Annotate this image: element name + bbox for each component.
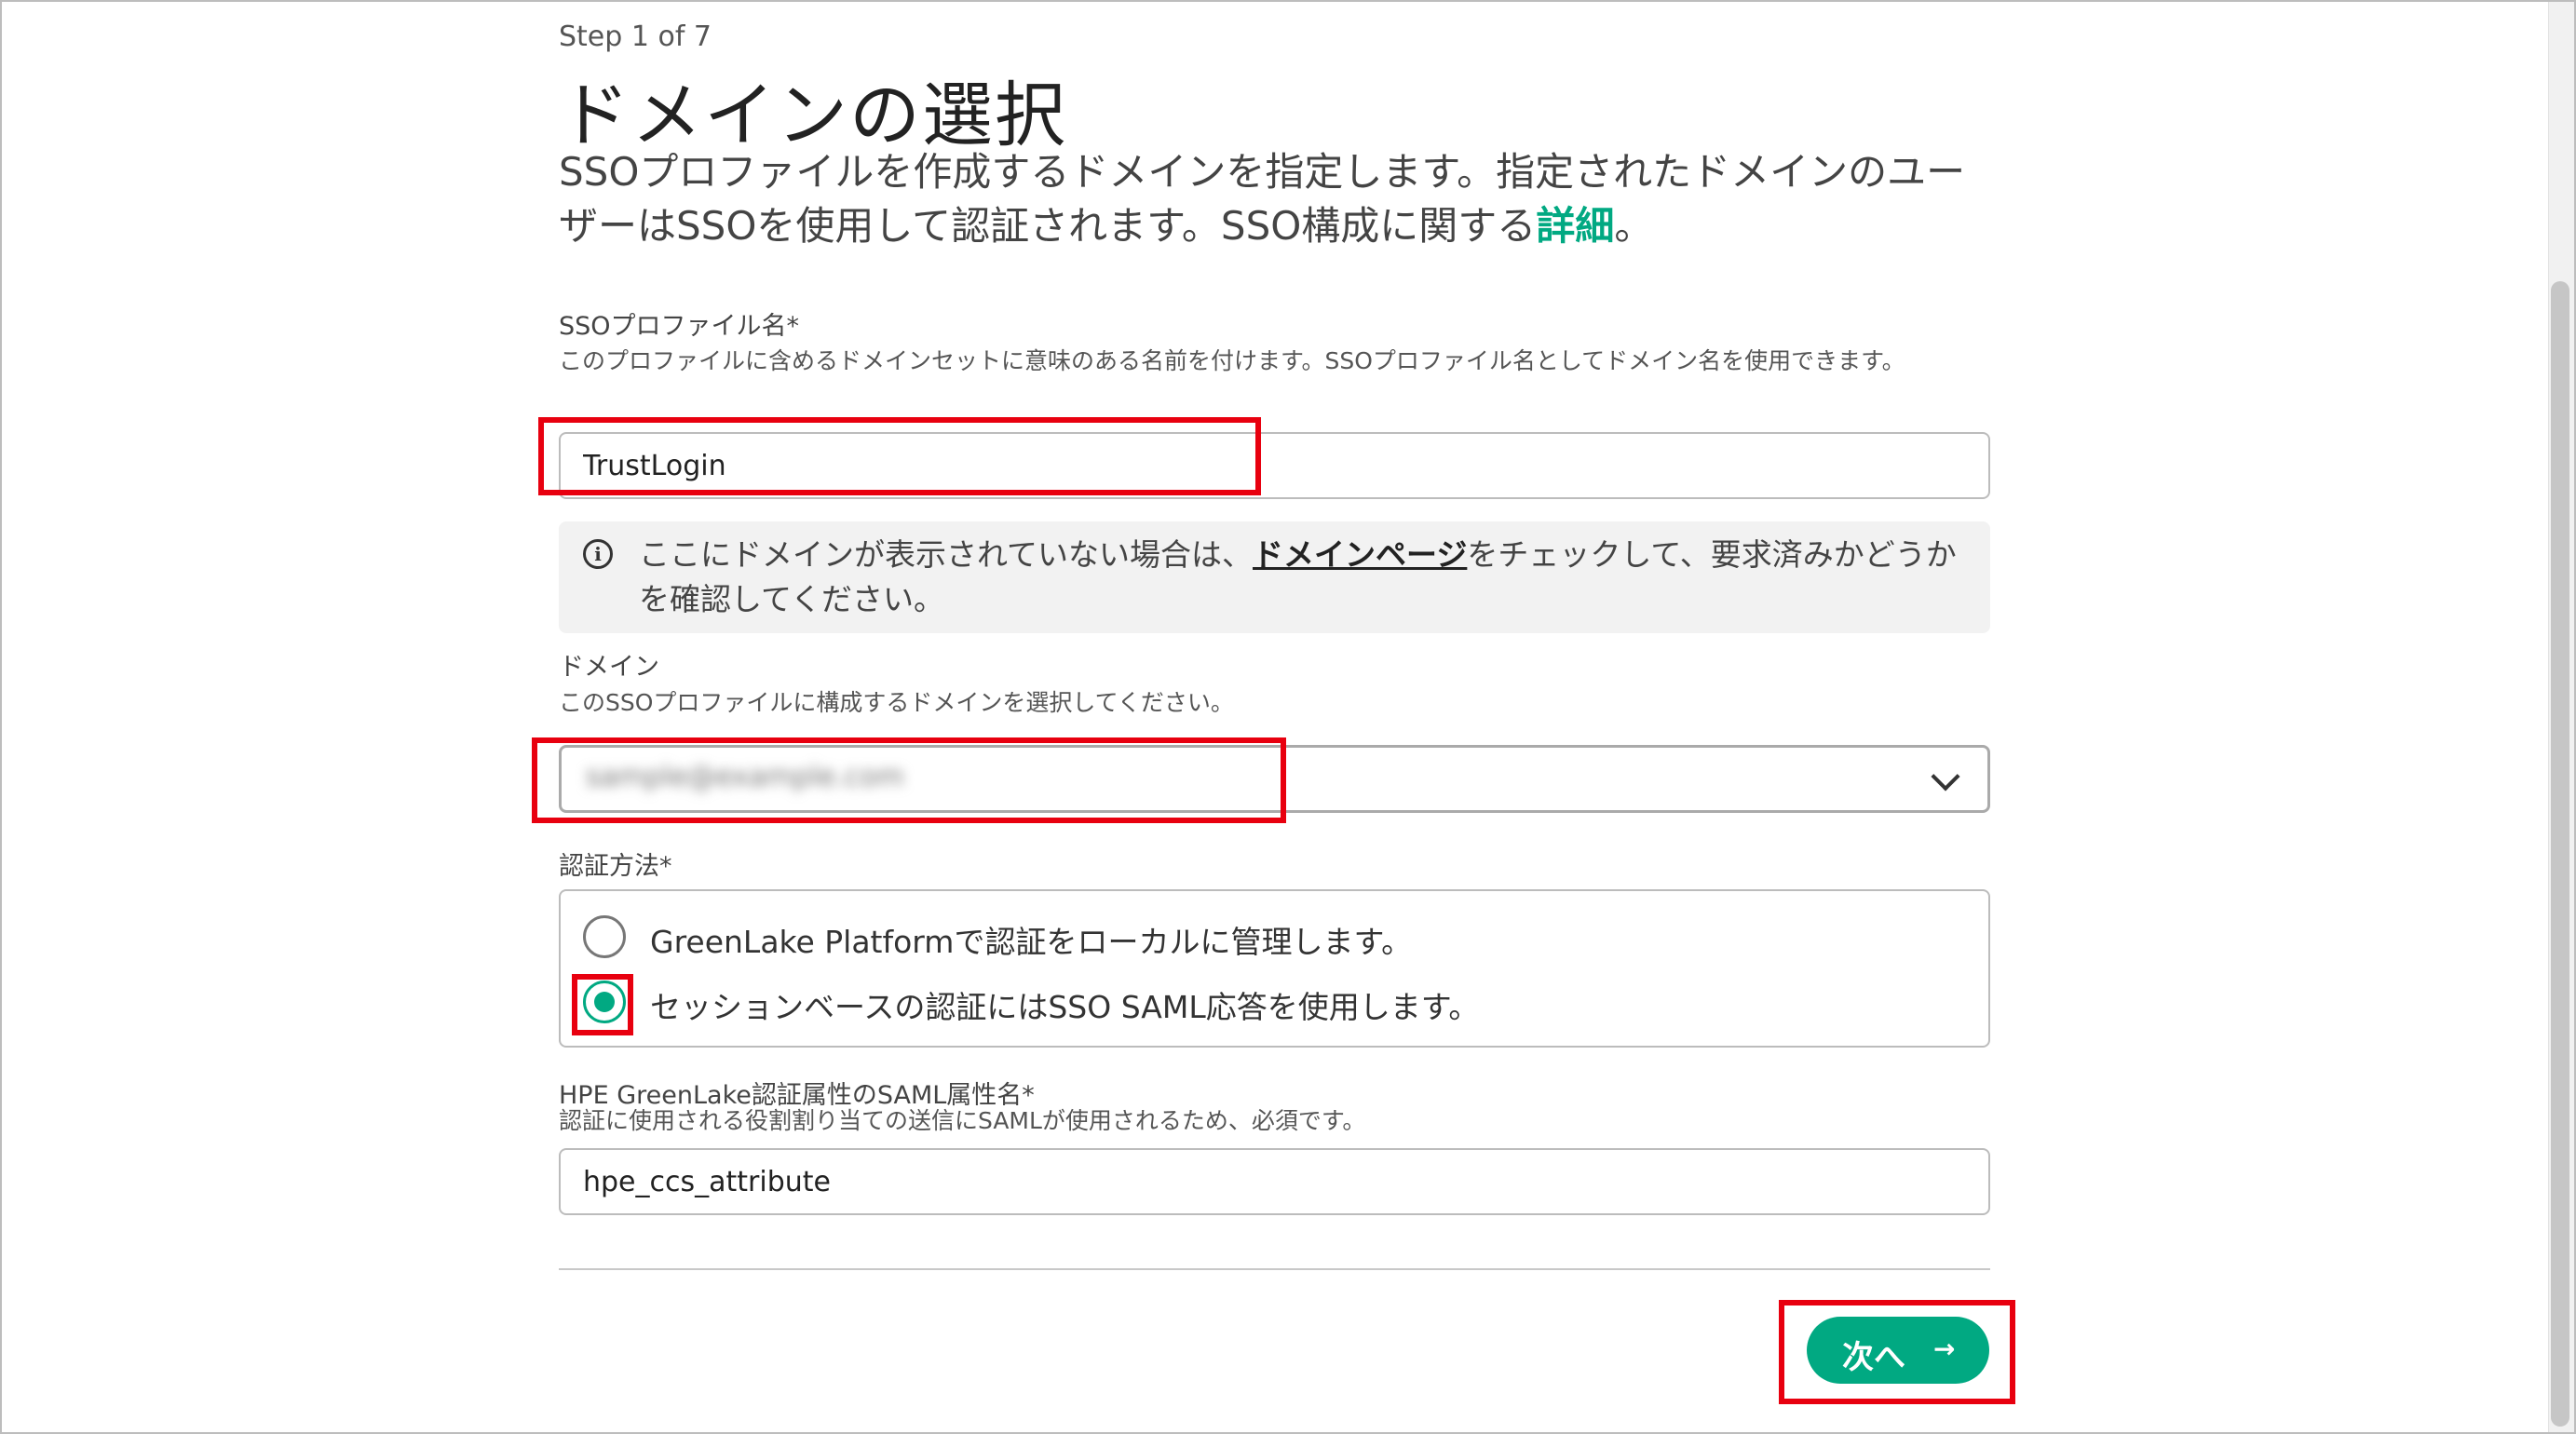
radio-label-local: GreenLake Platformで認証をローカルに管理します。: [650, 924, 1413, 960]
domain-help: このSSOプロファイルに構成するドメインを選択してください。: [559, 689, 1234, 716]
footer-divider: [559, 1268, 1990, 1270]
chevron-down-icon[interactable]: [1931, 762, 1960, 791]
info-text-before: ここにドメインが表示されていない場合は、: [639, 536, 1254, 573]
radio-option-local[interactable]: GreenLake Platformで認証をローカルに管理します。: [583, 912, 1961, 964]
auth-method-label: 認証方法*: [559, 852, 672, 881]
arrow-right-icon: →: [1933, 1333, 1956, 1364]
radio-selected-dot: [594, 992, 615, 1012]
learn-more-link[interactable]: 詳細: [1536, 203, 1614, 249]
saml-attribute-help: 認証に使用される役割割り当ての送信にSAMLが使用されるため、必須です。: [559, 1107, 1366, 1134]
profile-name-input[interactable]: [559, 432, 1990, 499]
info-text: ここにドメインが表示されていない場合は、ドメインページをチェックして、要求済みか…: [639, 533, 1971, 622]
radio-button-local[interactable]: [583, 915, 626, 958]
description-text: SSOプロファイルを作成するドメインを指定します。指定されたドメインのユーザーは…: [559, 149, 1966, 249]
info-notice: i ここにドメインが表示されていない場合は、ドメインページをチェックして、要求済…: [559, 521, 1990, 633]
domain-select-value: sample@example.com: [586, 761, 904, 793]
radio-button-sso-saml[interactable]: [583, 981, 626, 1023]
domain-select[interactable]: sample@example.com: [559, 745, 1990, 813]
radio-option-sso-saml[interactable]: セッションベースの認証にはSSO SAML応答を使用します。: [583, 977, 1961, 1029]
vertical-scrollbar[interactable]: [2548, 2, 2574, 1432]
step-indicator: Step 1 of 7: [559, 20, 712, 53]
saml-attribute-input[interactable]: [559, 1148, 1990, 1215]
domain-page-link[interactable]: ドメインページ: [1253, 536, 1467, 573]
scrollbar-thumb[interactable]: [2551, 281, 2569, 1427]
page-description: SSOプロファイルを作成するドメインを指定します。指定されたドメインのユーザーは…: [559, 145, 1993, 253]
domain-label: ドメイン: [559, 653, 659, 682]
description-end: 。: [1614, 203, 1654, 249]
info-icon: i: [583, 539, 613, 569]
profile-name-label: SSOプロファイル名*: [559, 312, 800, 341]
next-button-label: 次へ: [1842, 1339, 1905, 1376]
next-button[interactable]: 次へ →: [1807, 1317, 1989, 1384]
auth-method-radio-group: GreenLake Platformで認証をローカルに管理します。 セッションベ…: [559, 889, 1990, 1048]
radio-label-sso-saml: セッションベースの認証にはSSO SAML応答を使用します。: [650, 989, 1480, 1025]
profile-name-help: このプロファイルに含めるドメインセットに意味のある名前を付けます。SSOプロファ…: [559, 347, 1905, 374]
